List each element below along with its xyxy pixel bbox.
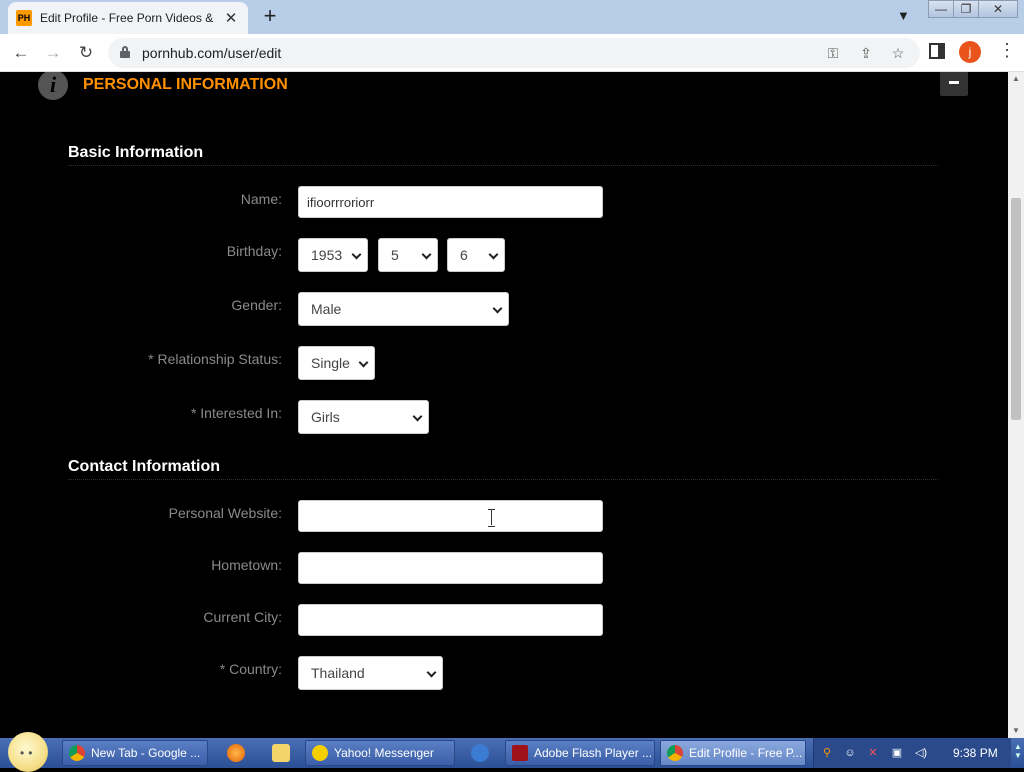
birthday-month-value: 5 — [391, 247, 399, 263]
taskbar: •• New Tab - Google ... Yahoo! Messenger… — [0, 732, 1024, 772]
browser-menu-icon[interactable]: ⋮ — [998, 40, 1016, 61]
site-favicon-icon: PH — [16, 10, 32, 26]
scroll-down-icon[interactable]: ▼ — [1008, 724, 1024, 738]
hometown-input[interactable] — [298, 552, 603, 584]
clock[interactable]: 9:38 PM — [953, 746, 998, 760]
city-input[interactable] — [298, 604, 603, 636]
forward-icon[interactable]: → — [42, 42, 64, 64]
page-content: i PERSONAL INFORMATION Basic Information… — [0, 72, 1008, 738]
tab-edit-profile[interactable]: PH Edit Profile - Free Porn Videos & ✕ — [8, 2, 248, 34]
chrome-icon — [667, 745, 683, 761]
taskbar-item-flash-player[interactable]: Adobe Flash Player ... — [505, 740, 655, 766]
bookmark-star-icon[interactable]: ☆ — [888, 43, 908, 63]
interested-label: * Interested In: — [190, 405, 282, 421]
restore-button[interactable]: ❐ — [953, 0, 979, 18]
collapse-button[interactable] — [940, 72, 968, 96]
volume-icon[interactable]: ◁) — [914, 746, 928, 760]
tab-search-chevron-icon[interactable]: ▼ — [897, 8, 910, 23]
birthday-day-select[interactable]: 6 — [447, 238, 505, 272]
gender-label: Gender: — [231, 297, 282, 313]
interested-value: Girls — [311, 409, 340, 425]
website-label: Personal Website: — [168, 505, 282, 521]
taskbar-item-label: Edit Profile - Free P... — [689, 746, 803, 760]
divider — [68, 165, 938, 166]
info-icon: i — [38, 72, 68, 100]
contact-info-title: Contact Information — [68, 458, 220, 475]
name-input[interactable] — [298, 186, 603, 218]
birthday-year-select[interactable]: 1953 — [298, 238, 368, 272]
search-icon[interactable]: ⚲ — [820, 746, 834, 760]
website-input[interactable] — [298, 500, 603, 532]
chevron-down-icon — [426, 667, 437, 678]
share-icon[interactable]: ⇪ — [856, 43, 876, 63]
flash-player-icon — [512, 745, 528, 761]
birthday-label: Birthday: — [226, 243, 282, 259]
chrome-icon — [69, 745, 85, 761]
tab-close-icon[interactable]: ✕ — [222, 9, 240, 27]
folder-icon[interactable] — [272, 744, 290, 762]
browser-toolbar: ← → ↻ pornhub.com/user/edit ⚿ ⇪ ☆ j ⋮ — [0, 34, 1024, 72]
relationship-label: * Relationship Status: — [148, 351, 282, 367]
scroll-up-icon[interactable]: ▲ — [1008, 72, 1024, 86]
taskbar-item-new-tab[interactable]: New Tab - Google ... — [62, 740, 208, 766]
tab-bar: PH Edit Profile - Free Porn Videos & ✕ +… — [0, 0, 1024, 34]
taskbar-item-label: New Tab - Google ... — [91, 746, 201, 760]
network-error-icon[interactable]: ✕ — [866, 746, 880, 760]
messenger-tray-icon[interactable]: ☺ — [843, 746, 857, 760]
divider — [68, 479, 938, 480]
relationship-value: Single — [311, 355, 350, 371]
taskbar-item-label: Adobe Flash Player ... — [534, 746, 653, 760]
start-button[interactable]: •• — [8, 732, 48, 772]
browser-quick-icon[interactable] — [471, 744, 489, 762]
network-icon[interactable]: ▣ — [890, 746, 904, 760]
taskbar-item-edit-profile[interactable]: Edit Profile - Free P... — [660, 740, 806, 766]
reload-icon[interactable]: ↻ — [75, 42, 97, 64]
gender-value: Male — [311, 301, 342, 317]
text-cursor-icon — [487, 509, 496, 527]
profile-avatar[interactable]: j — [959, 41, 981, 63]
basic-info-title: Basic Information — [68, 144, 204, 161]
address-bar[interactable]: pornhub.com/user/edit ⚿ ⇪ ☆ — [108, 38, 920, 68]
birthday-month-select[interactable]: 5 — [378, 238, 438, 272]
relationship-select[interactable]: Single — [298, 346, 375, 380]
key-icon[interactable]: ⚿ — [823, 43, 843, 63]
yahoo-messenger-icon — [312, 745, 328, 761]
birthday-year-value: 1953 — [311, 247, 343, 263]
country-label: * Country: — [219, 661, 282, 677]
country-select[interactable]: Thailand — [298, 656, 443, 690]
taskbar-item-yahoo-messenger[interactable]: Yahoo! Messenger — [305, 740, 455, 766]
hometown-label: Hometown: — [211, 557, 282, 573]
chevron-down-icon — [492, 303, 503, 314]
firefox-icon[interactable] — [227, 744, 245, 762]
chevron-down-icon — [412, 411, 423, 422]
chevron-down-icon — [358, 357, 369, 368]
chevron-down-icon — [351, 249, 362, 260]
taskbar-scroll-icon[interactable]: ▲ ▼ — [1013, 742, 1023, 764]
url-text[interactable]: pornhub.com/user/edit — [142, 45, 281, 61]
close-window-button[interactable]: ✕ — [978, 0, 1018, 18]
scroll-thumb[interactable] — [1011, 198, 1021, 420]
section-title: PERSONAL INFORMATION — [83, 76, 288, 93]
name-label: Name: — [240, 191, 282, 207]
interested-select[interactable]: Girls — [298, 400, 429, 434]
system-tray: ⚲ ☺ ✕ ▣ ◁) 9:38 PM — [813, 738, 1011, 768]
chevron-down-icon — [488, 249, 499, 260]
new-tab-button[interactable]: + — [258, 5, 282, 29]
side-panel-icon[interactable] — [929, 43, 945, 59]
minimize-button[interactable]: — — [928, 0, 954, 18]
page-scrollbar[interactable]: ▲ ▼ — [1008, 72, 1024, 738]
chevron-down-icon — [421, 249, 432, 260]
city-label: Current City: — [203, 609, 282, 625]
taskbar-item-label: Yahoo! Messenger — [334, 746, 434, 760]
birthday-day-value: 6 — [460, 247, 468, 263]
back-icon[interactable]: ← — [10, 42, 32, 64]
lock-icon[interactable] — [120, 46, 130, 58]
country-value: Thailand — [311, 665, 365, 681]
tab-title: Edit Profile - Free Porn Videos & — [40, 11, 214, 25]
gender-select[interactable]: Male — [298, 292, 509, 326]
